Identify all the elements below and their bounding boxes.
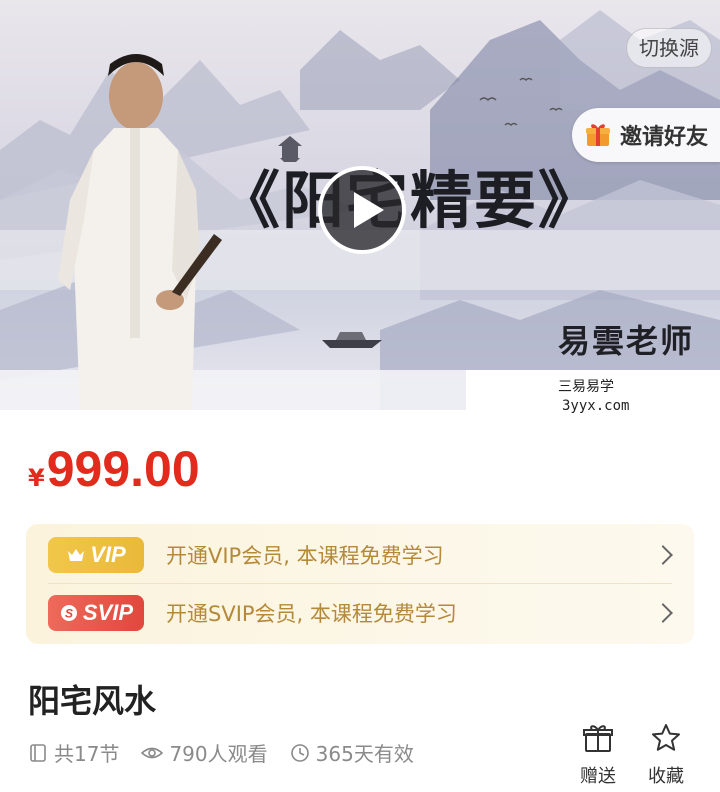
lessons-icon	[30, 743, 46, 762]
teacher-name: 易雲老师	[558, 322, 695, 360]
validity-text: 365天有效	[315, 742, 414, 766]
currency-symbol: ¥	[28, 464, 45, 492]
video-cover[interactable]: 切换源 邀请好友 《阳宅精要》 易雲老师	[0, 0, 720, 410]
s-coin-icon: S	[60, 605, 77, 621]
chevron-right-icon	[653, 545, 673, 565]
star-icon	[652, 724, 680, 751]
watermark: 三易易学 3yyx.com	[466, 370, 720, 422]
membership-card: VIP 开通VIP会员, 本课程免费学习 S SVIP 开通SVIP会员, 本课…	[26, 524, 694, 644]
vip-offer-row[interactable]: VIP 开通VIP会员, 本课程免费学习	[26, 526, 694, 584]
svip-offer-row[interactable]: S SVIP 开通SVIP会员, 本课程免费学习	[26, 584, 694, 642]
svip-badge: S SVIP	[48, 595, 144, 631]
invite-friends-label: 邀请好友	[619, 125, 708, 150]
svg-text:S: S	[65, 607, 73, 621]
gift-icon	[585, 124, 610, 146]
price-amount: 999.00	[46, 441, 200, 497]
eye-icon	[141, 747, 164, 758]
crown-icon	[68, 549, 85, 561]
switch-source-button[interactable]: 切换源	[626, 28, 712, 68]
svip-badge-label: SVIP	[82, 600, 134, 625]
svip-offer-text: 开通SVIP会员, 本课程免费学习	[166, 602, 457, 626]
vip-badge: VIP	[48, 537, 144, 573]
gift-button[interactable]: 赠送	[568, 722, 628, 788]
gift-label: 赠送	[580, 766, 616, 787]
vip-offer-text: 开通VIP会员, 本课程免费学习	[166, 544, 444, 568]
play-icon[interactable]	[318, 166, 406, 254]
chevron-right-icon	[653, 603, 673, 623]
view-count: 790人观看	[141, 738, 268, 767]
cover-title: 《阳宅精要》	[218, 164, 603, 237]
validity: 365天有效	[290, 738, 414, 767]
favorite-label: 收藏	[648, 766, 684, 787]
lesson-count: 共17节	[28, 738, 119, 767]
lesson-count-text: 共17节	[54, 742, 120, 766]
course-title: 阳宅风水	[28, 682, 157, 720]
course-meta: 共17节 790人观看 365天有效	[28, 738, 436, 767]
watermark-url: 3yyx.com	[562, 398, 630, 414]
watermark-name: 三易易学	[558, 379, 614, 395]
favorite-button[interactable]: 收藏	[636, 722, 696, 788]
course-price: ¥ 999.00	[28, 440, 200, 498]
vip-badge-label: VIP	[90, 542, 126, 567]
view-count-text: 790人观看	[169, 742, 268, 766]
clock-icon	[290, 743, 309, 762]
gift-icon	[583, 725, 613, 752]
